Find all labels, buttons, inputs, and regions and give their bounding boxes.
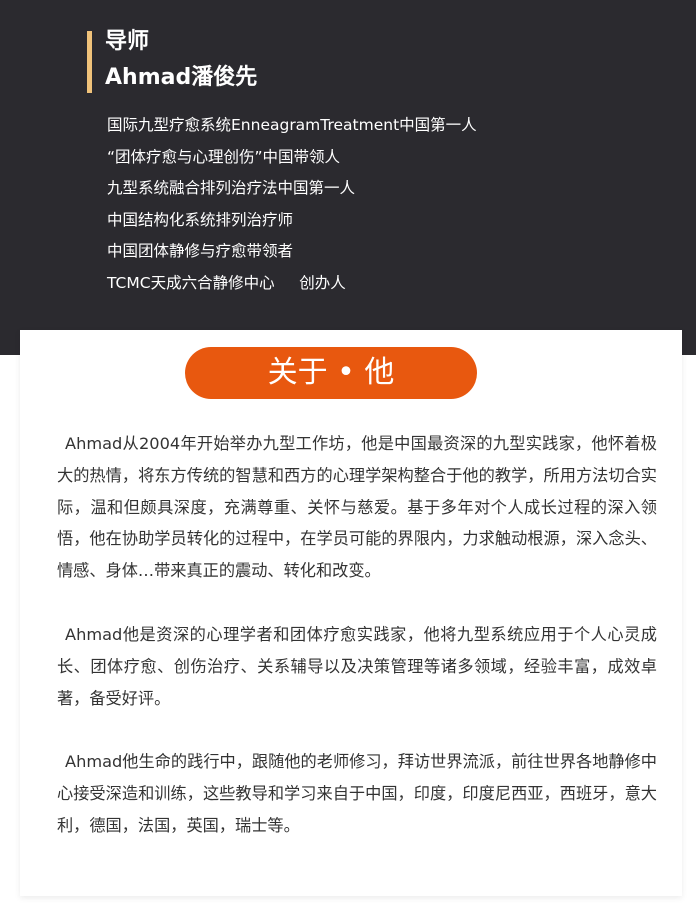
about-paragraph: Ahmad他是资深的心理学者和团体疗愈实践家，他将九型系统应用于个人心灵成长、团…: [57, 624, 657, 708]
titles-list: 国际九型疗愈系统EnneagramTreatment中国第一人 “团体疗愈与心理…: [107, 110, 477, 299]
title-item: 中国结构化系统排列治疗师: [107, 210, 294, 229]
accent-bar: [87, 31, 92, 93]
title-item: “团体疗愈与心理创伤”中国带领人: [107, 147, 341, 166]
mentor-name: Ahmad潘俊先: [105, 65, 258, 90]
title-item: 中国团体静修与疗愈带领者: [107, 242, 294, 260]
title-item: 九型系统融合排列治疗法中国第一人: [107, 179, 356, 197]
role-label: 导师: [105, 29, 150, 54]
about-paragraph: Ahmad从2004年开始举办九型工作坊，他是中国最资深的九型实践家，他怀着极大…: [57, 434, 657, 581]
title-item: 国际九型疗愈系统EnneagramTreatment中国第一人: [107, 116, 477, 134]
about-paragraph: Ahmad他生命的践行中，跟随他的老师修习，拜访世界流派，前往世界各地静修中心接…: [57, 752, 657, 835]
about-heading-pill: 关于 • 他: [185, 347, 477, 399]
about-content: Ahmad从2004年开始举办九型工作坊，他是中国最资深的九型实践家，他怀着极大…: [57, 428, 657, 842]
title-item: TCMC天成六合静修中心 创办人: [107, 273, 346, 292]
header-panel: 导师 Ahmad潘俊先 国际九型疗愈系统EnneagramTreatment中国…: [0, 0, 696, 355]
